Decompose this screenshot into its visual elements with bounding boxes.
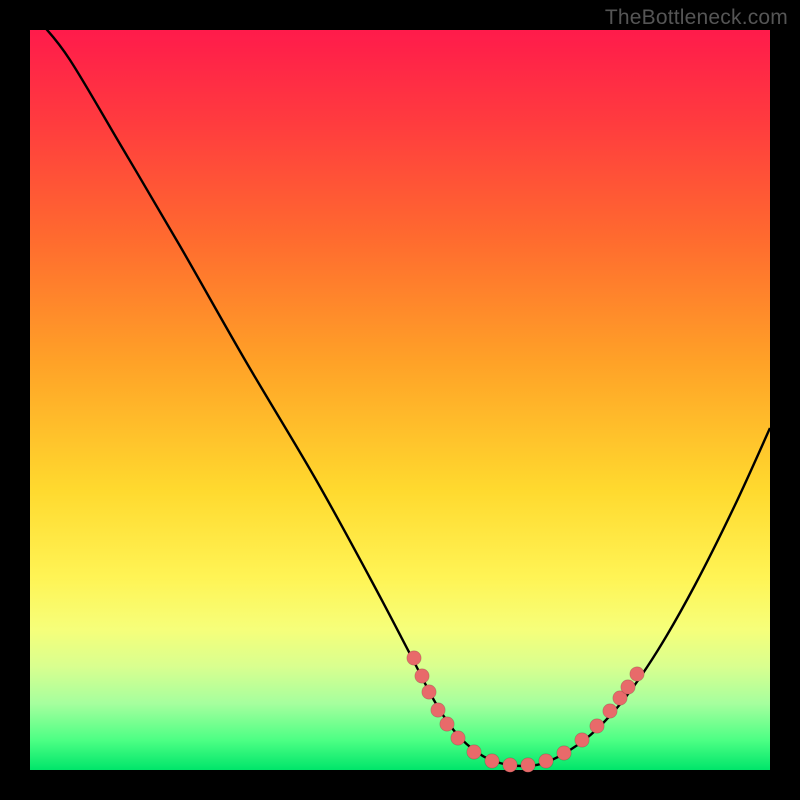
sample-dot (467, 745, 481, 759)
sample-dot (575, 733, 589, 747)
sample-dot (415, 669, 429, 683)
sample-dot (451, 731, 465, 745)
sample-dot (557, 746, 571, 760)
sample-dot (503, 758, 517, 772)
chart-frame: TheBottleneck.com (0, 0, 800, 800)
sample-dot (621, 680, 635, 694)
bottleneck-curve (42, 24, 770, 766)
sample-dot (521, 758, 535, 772)
sample-dot (539, 754, 553, 768)
sample-dot (422, 685, 436, 699)
sample-dot (603, 704, 617, 718)
chart-svg (30, 30, 770, 770)
sample-dot (440, 717, 454, 731)
sample-dot (630, 667, 644, 681)
sample-dot (590, 719, 604, 733)
watermark-text: TheBottleneck.com (605, 6, 788, 30)
sample-dot (485, 754, 499, 768)
sample-dots-group (407, 651, 644, 772)
sample-dot (407, 651, 421, 665)
sample-dot (431, 703, 445, 717)
